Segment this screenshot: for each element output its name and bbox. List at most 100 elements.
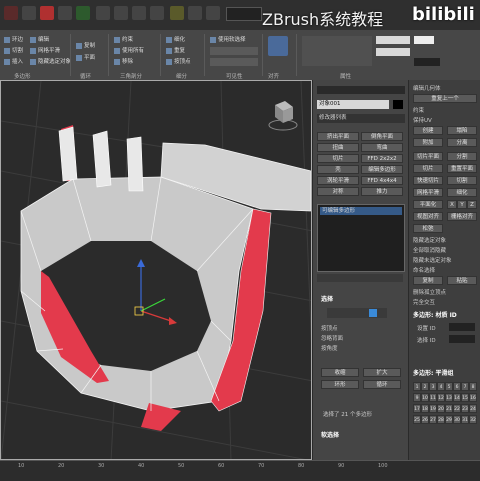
mirror-icon[interactable] xyxy=(188,6,202,20)
subobject-icons[interactable] xyxy=(327,308,387,318)
planarize-button[interactable]: 平面化 xyxy=(413,200,443,209)
modifier-button[interactable]: 倒角平面 xyxy=(361,132,403,141)
smoothing-group-button[interactable]: 23 xyxy=(461,404,469,413)
ring-button[interactable]: 环形 xyxy=(321,380,359,389)
selection-label[interactable]: 忽略背面 xyxy=(321,334,343,342)
smoothing-group-button[interactable]: 19 xyxy=(429,404,437,413)
smoothing-group-button[interactable]: 30 xyxy=(453,415,461,424)
modifier-button[interactable]: 切片 xyxy=(317,154,359,163)
smoothing-group-button[interactable]: 8 xyxy=(469,382,477,391)
ribbon-item[interactable]: 重复 xyxy=(166,47,185,55)
mesh-prong[interactable] xyxy=(126,136,144,192)
reset-plane-button[interactable]: 重置平面 xyxy=(447,164,477,173)
soft-selection-rollout-header[interactable]: 软选择 xyxy=(321,432,339,440)
z-button[interactable]: Z xyxy=(467,200,477,209)
smoothing-group-button[interactable]: 25 xyxy=(413,415,421,424)
timeline[interactable]: 10 20 30 40 50 60 70 80 90 100 xyxy=(0,460,480,481)
ribbon-item[interactable]: 插入 xyxy=(4,58,23,66)
unlink-icon[interactable] xyxy=(58,6,72,20)
slice-button[interactable]: 切片 xyxy=(413,164,443,173)
modifier-stack[interactable]: 可编辑多边形 xyxy=(317,204,405,272)
smoothing-group-button[interactable]: 16 xyxy=(469,393,477,402)
panel-tabs[interactable] xyxy=(317,86,405,94)
select-icon[interactable] xyxy=(96,6,110,20)
smoothing-group-button[interactable]: 9 xyxy=(413,393,421,402)
relax-button[interactable]: 松弛 xyxy=(413,224,443,233)
mesh-prong[interactable] xyxy=(58,126,78,182)
smoothing-group-button[interactable]: 18 xyxy=(421,404,429,413)
smoothing-group-button[interactable]: 1 xyxy=(413,382,421,391)
smoothing-group-button[interactable]: 28 xyxy=(437,415,445,424)
x-button[interactable]: X xyxy=(447,200,457,209)
smoothing-group-button[interactable]: 32 xyxy=(469,415,477,424)
loop-button[interactable]: 循环 xyxy=(363,380,401,389)
ribbon-item[interactable]: 按顶点 xyxy=(166,58,191,66)
ribbon-item[interactable]: 细化 xyxy=(166,36,185,44)
delete-isolated-checkbox[interactable]: 删除孤立顶点 xyxy=(413,288,446,296)
stack-item[interactable]: 可编辑多边形 xyxy=(320,207,402,215)
scale-icon[interactable] xyxy=(150,6,164,20)
ribbon-item[interactable]: 约束 xyxy=(114,36,133,44)
modifier-list[interactable]: 修改器列表 xyxy=(317,114,405,123)
ribbon-item[interactable]: 隐藏选定对象 xyxy=(30,58,71,66)
link-icon[interactable] xyxy=(40,6,54,20)
modifier-button[interactable]: 弯曲 xyxy=(361,143,403,152)
meshsmooth-button[interactable]: 网格平滑 xyxy=(413,188,443,197)
smoothing-group-button[interactable]: 13 xyxy=(445,393,453,402)
modifier-button[interactable]: 扭曲 xyxy=(317,143,359,152)
ribbon-item[interactable]: 复制 xyxy=(76,42,95,50)
modifier-button[interactable]: 对称 xyxy=(317,187,359,196)
smoothing-group-button[interactable]: 29 xyxy=(445,415,453,424)
view-align-button[interactable]: 视图对齐 xyxy=(413,212,443,221)
modifier-button[interactable]: 壳 xyxy=(317,165,359,174)
bind-icon[interactable] xyxy=(76,6,90,20)
ribbon-item[interactable]: 网格平滑 xyxy=(30,47,60,55)
smoothing-group-button[interactable]: 3 xyxy=(429,382,437,391)
ribbon-slot[interactable] xyxy=(210,47,258,55)
object-name-field[interactable]: 对象001 xyxy=(317,100,389,109)
ribbon-item[interactable]: 使用所有 xyxy=(114,47,144,55)
material-id-header[interactable]: 多边形: 材质 ID xyxy=(413,312,457,320)
properties-block[interactable] xyxy=(302,36,372,66)
smoothing-group-button[interactable]: 24 xyxy=(469,404,477,413)
shrink-button[interactable]: 收缩 xyxy=(321,368,359,377)
polygon-mode-icon[interactable] xyxy=(369,309,377,317)
smoothing-group-button[interactable]: 22 xyxy=(453,404,461,413)
view-cube[interactable] xyxy=(268,101,298,131)
color-swatch[interactable] xyxy=(376,48,410,56)
ribbon-slot[interactable] xyxy=(210,58,258,66)
slice-plane-button[interactable]: 切片平面 xyxy=(413,152,443,161)
modifier-button[interactable]: 编辑多边形 xyxy=(361,165,403,174)
smoothing-groups-header[interactable]: 多边形: 平滑组 xyxy=(413,370,454,378)
detach-button[interactable]: 分离 xyxy=(447,138,477,147)
viewport-scene[interactable] xyxy=(1,81,312,460)
move-icon[interactable] xyxy=(114,6,128,20)
create-button[interactable]: 创建 xyxy=(413,126,443,135)
smoothing-group-button[interactable]: 31 xyxy=(461,415,469,424)
alpha-field[interactable] xyxy=(414,58,440,66)
smoothing-group-button[interactable]: 20 xyxy=(437,404,445,413)
grid-align-button[interactable]: 栅格对齐 xyxy=(447,212,477,221)
ribbon-item[interactable]: 编辑 xyxy=(30,36,49,44)
smoothing-group-button[interactable]: 27 xyxy=(429,415,437,424)
smoothing-group-button[interactable]: 6 xyxy=(453,382,461,391)
unhide-all-label[interactable]: 全部取消隐藏 xyxy=(413,246,446,254)
smoothing-group-button[interactable]: 4 xyxy=(437,382,445,391)
y-button[interactable]: Y xyxy=(457,200,467,209)
modifier-button[interactable]: FFD 2x2x2 xyxy=(361,154,403,163)
smoothing-group-button[interactable]: 12 xyxy=(437,393,445,402)
repeat-last-button[interactable]: 重复上一个 xyxy=(413,94,477,103)
ribbon-item[interactable]: 切割 xyxy=(4,47,23,55)
selection-rollout-header[interactable]: 选择 xyxy=(321,296,333,304)
full-interactivity-checkbox[interactable]: 完全交互 xyxy=(413,298,435,306)
ribbon-item[interactable]: 使用软选择 xyxy=(210,36,246,44)
smoothing-group-button[interactable]: 7 xyxy=(461,382,469,391)
color-swatch[interactable] xyxy=(414,36,434,44)
snap-icon[interactable] xyxy=(170,6,184,20)
selection-set-dropdown[interactable] xyxy=(226,7,262,21)
object-color-swatch[interactable] xyxy=(393,100,403,109)
smoothing-group-button[interactable]: 10 xyxy=(421,393,429,402)
smoothing-group-button[interactable]: 11 xyxy=(429,393,437,402)
copy-button[interactable]: 复制 xyxy=(413,276,443,285)
hide-selected-label[interactable]: 隐藏选定对象 xyxy=(413,236,446,244)
